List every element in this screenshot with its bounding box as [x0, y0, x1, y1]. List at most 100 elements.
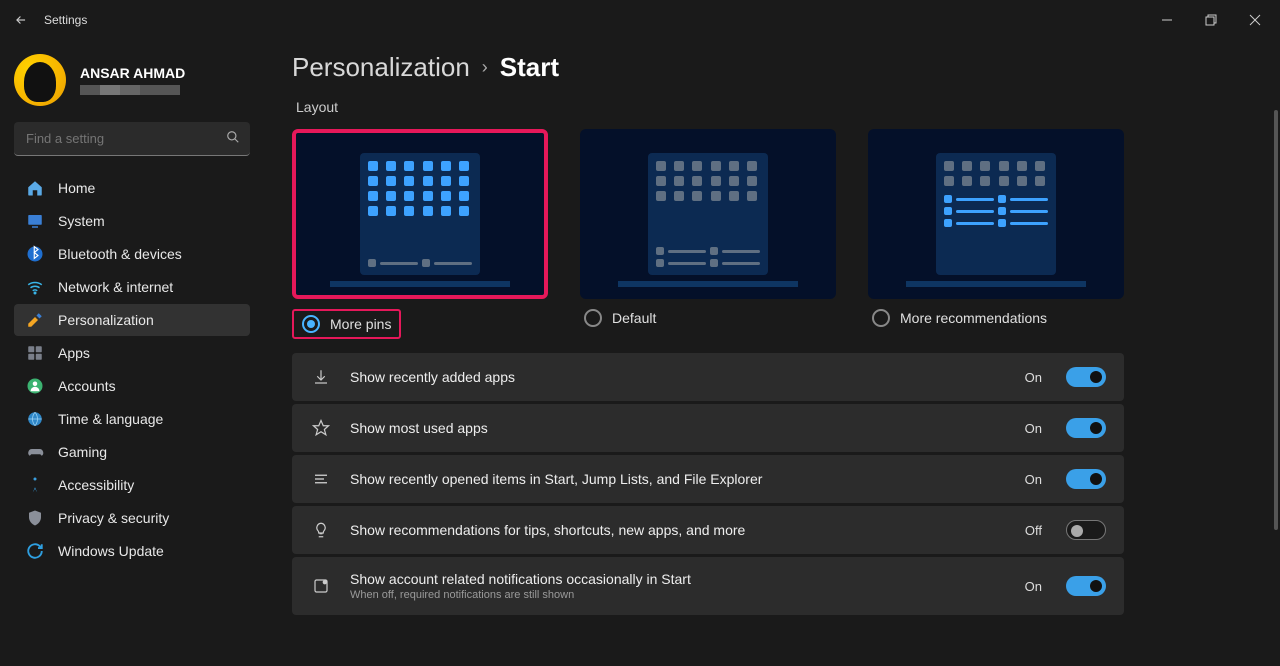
- layout-thumb: [292, 129, 548, 299]
- user-name: ANSAR AHMAD: [80, 65, 185, 81]
- accounts-icon: [26, 377, 44, 395]
- layout-option-default[interactable]: Default: [580, 129, 836, 339]
- setting-state: On: [1025, 370, 1042, 385]
- toggle-switch[interactable]: [1066, 576, 1106, 596]
- sidebar-item-personalization[interactable]: Personalization: [14, 304, 250, 336]
- sidebar-item-label: Personalization: [58, 312, 154, 328]
- setting-title: Show recently opened items in Start, Jum…: [350, 471, 1007, 487]
- sidebar-item-label: Bluetooth & devices: [58, 246, 182, 262]
- setting-state: On: [1025, 421, 1042, 436]
- accessibility-icon: [26, 476, 44, 494]
- setting-text: Show recommendations for tips, shortcuts…: [350, 522, 1007, 538]
- scrollbar[interactable]: [1274, 110, 1278, 530]
- bluetooth-icon: [26, 245, 44, 263]
- radio-button[interactable]: [584, 309, 602, 327]
- sidebar-nav: Home System Bluetooth & devices Network & i…: [14, 172, 250, 567]
- content: Personalization › Start Layout More pins…: [262, 40, 1280, 666]
- search-box[interactable]: [14, 122, 250, 156]
- setting-text: Show most used apps: [350, 420, 1007, 436]
- notify-icon: [310, 577, 332, 595]
- breadcrumb: Personalization › Start: [292, 52, 1250, 83]
- setting-state: Off: [1025, 523, 1042, 538]
- privacy-icon: [26, 509, 44, 527]
- sidebar-item-system[interactable]: System: [14, 205, 250, 237]
- setting-title: Show recommendations for tips, shortcuts…: [350, 522, 1007, 538]
- search-input[interactable]: [14, 122, 250, 156]
- layout-radio-label: More pins: [330, 316, 391, 332]
- setting-state: On: [1025, 579, 1042, 594]
- close-button[interactable]: [1242, 7, 1268, 33]
- setting-row-0: Show recently added apps On: [292, 353, 1124, 401]
- layout-radio-label: Default: [612, 310, 656, 326]
- sidebar-item-time-language[interactable]: Time & language: [14, 403, 250, 435]
- layout-option-more-recommendations[interactable]: More recommendations: [868, 129, 1124, 339]
- setting-row-2: Show recently opened items in Start, Jum…: [292, 455, 1124, 503]
- system-icon: [26, 212, 44, 230]
- time-language-icon: [26, 410, 44, 428]
- layout-section-title: Layout: [296, 99, 1250, 115]
- setting-text: Show account related notifications occas…: [350, 571, 1007, 601]
- radio-button[interactable]: [872, 309, 890, 327]
- setting-text: Show recently added apps: [350, 369, 1007, 385]
- layout-options: More pins Default More recommendations: [292, 129, 1250, 339]
- layout-radio-row[interactable]: More pins: [292, 309, 401, 339]
- toggle-switch[interactable]: [1066, 520, 1106, 540]
- window-title: Settings: [44, 13, 87, 27]
- sidebar-item-privacy-security[interactable]: Privacy & security: [14, 502, 250, 534]
- user-subline: [80, 85, 180, 95]
- setting-subtitle: When off, required notifications are sti…: [350, 589, 1007, 601]
- layout-radio-row[interactable]: Default: [580, 309, 836, 327]
- layout-option-more-pins[interactable]: More pins: [292, 129, 548, 339]
- layout-thumb: [580, 129, 836, 299]
- setting-title: Show most used apps: [350, 420, 1007, 436]
- sidebar-item-label: Apps: [58, 345, 90, 361]
- maximize-button[interactable]: [1198, 7, 1224, 33]
- sidebar-item-network-internet[interactable]: Network & internet: [14, 271, 250, 303]
- gaming-icon: [26, 443, 44, 461]
- search-icon: [226, 130, 240, 144]
- home-icon: [26, 179, 44, 197]
- sidebar-item-label: Privacy & security: [58, 510, 169, 526]
- wifi-icon: [26, 278, 44, 296]
- sidebar-item-label: Network & internet: [58, 279, 173, 295]
- sidebar-item-label: Windows Update: [58, 543, 164, 559]
- layout-radio-label: More recommendations: [900, 310, 1047, 326]
- setting-text: Show recently opened items in Start, Jum…: [350, 471, 1007, 487]
- breadcrumb-parent[interactable]: Personalization: [292, 52, 470, 83]
- toggle-switch[interactable]: [1066, 418, 1106, 438]
- radio-button[interactable]: [302, 315, 320, 333]
- sidebar-item-label: Home: [58, 180, 95, 196]
- sidebar-item-label: System: [58, 213, 105, 229]
- breadcrumb-current: Start: [500, 52, 559, 83]
- setting-row-4: Show account related notifications occas…: [292, 557, 1124, 615]
- setting-title: Show account related notifications occas…: [350, 571, 1007, 587]
- sidebar-item-windows-update[interactable]: Windows Update: [14, 535, 250, 567]
- minimize-button[interactable]: [1154, 7, 1180, 33]
- sidebar-item-label: Gaming: [58, 444, 107, 460]
- titlebar: Settings: [0, 0, 1280, 40]
- star-icon: [310, 419, 332, 437]
- bulb-icon: [310, 521, 332, 539]
- back-button[interactable]: [12, 11, 30, 29]
- list-icon: [310, 470, 332, 488]
- sidebar-item-bluetooth-devices[interactable]: Bluetooth & devices: [14, 238, 250, 270]
- sidebar-item-accessibility[interactable]: Accessibility: [14, 469, 250, 501]
- setting-row-1: Show most used apps On: [292, 404, 1124, 452]
- sidebar-item-label: Accessibility: [58, 477, 134, 493]
- user-profile[interactable]: ANSAR AHMAD: [14, 54, 250, 106]
- sidebar-item-accounts[interactable]: Accounts: [14, 370, 250, 402]
- avatar: [14, 54, 66, 106]
- toggle-switch[interactable]: [1066, 469, 1106, 489]
- setting-title: Show recently added apps: [350, 369, 1007, 385]
- sidebar: ANSAR AHMAD Home System Bluetooth & device…: [0, 40, 262, 666]
- sidebar-item-gaming[interactable]: Gaming: [14, 436, 250, 468]
- layout-radio-row[interactable]: More recommendations: [868, 309, 1124, 327]
- toggle-switch[interactable]: [1066, 367, 1106, 387]
- sidebar-item-home[interactable]: Home: [14, 172, 250, 204]
- update-icon: [26, 542, 44, 560]
- settings-list: Show recently added apps On Show most us…: [292, 353, 1124, 615]
- sidebar-item-apps[interactable]: Apps: [14, 337, 250, 369]
- download-icon: [310, 368, 332, 386]
- personalization-icon: [26, 311, 44, 329]
- sidebar-item-label: Accounts: [58, 378, 116, 394]
